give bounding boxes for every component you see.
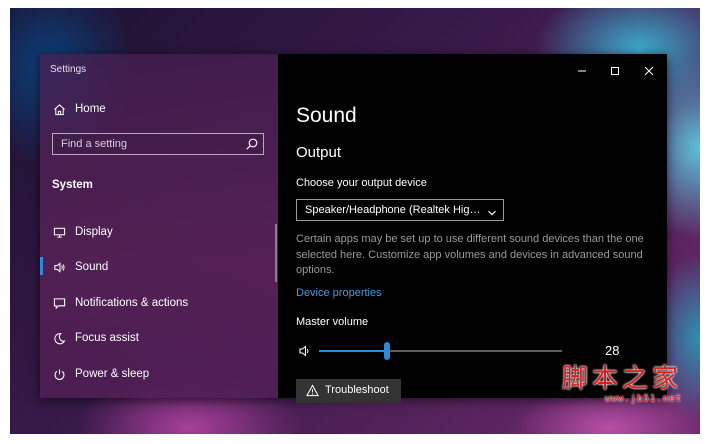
power-icon <box>52 367 66 381</box>
sidebar-item-focus-assist[interactable]: Focus assist <box>40 323 278 353</box>
sidebar-item-notifications[interactable]: Notifications & actions <box>40 288 278 318</box>
home-icon <box>52 102 66 116</box>
search-icon[interactable] <box>245 137 259 151</box>
speaker-icon <box>52 260 66 274</box>
nav-home[interactable]: Home <box>40 94 278 124</box>
output-device-label: Choose your output device <box>296 177 427 189</box>
volume-thumb[interactable] <box>384 342 391 360</box>
desktop-wallpaper: Settings Home Find a setting System Disp… <box>10 8 700 434</box>
page-title: Sound <box>296 104 357 127</box>
settings-window: Settings Home Find a setting System Disp… <box>40 54 667 403</box>
selection-indicator <box>40 257 43 275</box>
search-input[interactable]: Find a setting <box>52 133 264 155</box>
content-pane: Sound Output Choose your output device S… <box>278 54 667 403</box>
output-device-value: Speaker/Headphone (Realtek Hig… <box>305 204 481 216</box>
master-volume-value: 28 <box>605 343 620 358</box>
sidebar-item-display[interactable]: Display <box>40 217 278 247</box>
moon-icon <box>52 331 66 345</box>
master-volume-label: Master volume <box>296 316 369 328</box>
sidebar-item-label: Sound <box>75 261 109 273</box>
chevron-down-icon <box>487 205 497 216</box>
output-description: Certain apps may be set up to use differ… <box>296 233 644 276</box>
warning-icon <box>306 384 319 397</box>
device-properties-link[interactable]: Device properties <box>296 287 382 299</box>
troubleshoot-label: Troubleshoot <box>325 384 389 396</box>
close-icon[interactable] <box>642 64 656 78</box>
section-title-system: System <box>52 179 93 191</box>
master-volume-slider[interactable] <box>319 342 562 360</box>
output-device-dropdown[interactable]: Speaker/Headphone (Realtek Hig… <box>296 199 504 221</box>
watermark-text: 脚本之家 <box>561 364 682 394</box>
section-title-output: Output <box>296 144 342 161</box>
notification-icon <box>52 296 66 310</box>
sidebar-item-label: Power & sleep <box>75 368 150 380</box>
search-placeholder: Find a setting <box>61 138 128 150</box>
nav-home-label: Home <box>75 103 106 115</box>
sidebar: Settings Home Find a setting System Disp… <box>40 54 278 398</box>
volume-speaker-icon[interactable] <box>298 344 312 358</box>
troubleshoot-button[interactable]: Troubleshoot <box>296 379 401 403</box>
sidebar-scrollbar[interactable] <box>275 224 277 282</box>
minimize-icon[interactable] <box>575 64 589 78</box>
sidebar-item-label: Focus assist <box>75 332 139 344</box>
sidebar-item-label: Display <box>75 226 113 238</box>
volume-fill <box>319 350 388 352</box>
maximize-icon[interactable] <box>608 64 622 78</box>
sidebar-item-power-sleep[interactable]: Power & sleep <box>40 359 278 389</box>
sidebar-item-label: Notifications & actions <box>75 297 189 309</box>
window-title: Settings <box>50 64 87 75</box>
sidebar-item-sound[interactable]: Sound <box>40 252 278 282</box>
site-watermark: 脚本之家 www.jb51.net <box>542 364 682 412</box>
watermark-url: www.jb51.net <box>604 394 682 404</box>
monitor-icon <box>52 225 66 239</box>
